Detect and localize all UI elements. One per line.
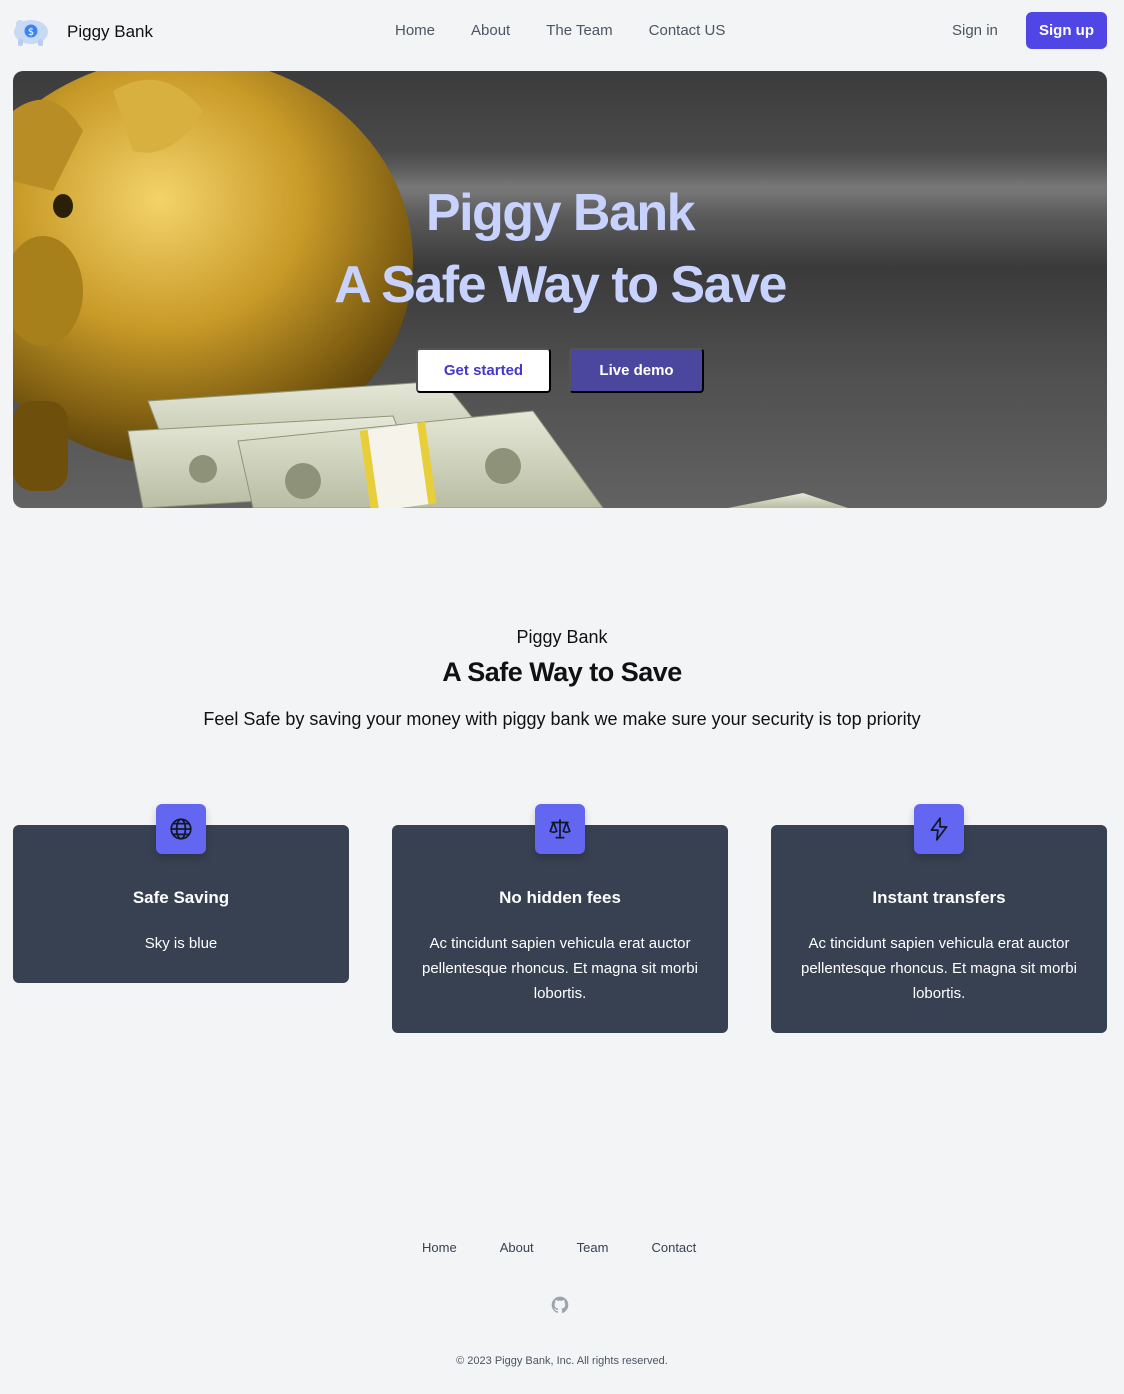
lightning-icon	[914, 804, 964, 854]
card-title: Instant transfers	[872, 888, 1006, 907]
card-body: Ac tincidunt sapien vehicula erat auctor…	[422, 935, 698, 1002]
scale-icon	[535, 804, 585, 854]
feature-card-safe-saving: Safe Saving Sky is blue	[13, 804, 349, 983]
card-body: Ac tincidunt sapien vehicula erat auctor…	[801, 935, 1077, 1002]
main-nav: Home About The Team Contact US	[395, 22, 761, 39]
nav-link-home[interactable]: Home	[395, 22, 435, 39]
card-title: No hidden fees	[499, 888, 621, 907]
footer-nav: Home About Team Contact	[422, 1240, 739, 1255]
features-description: Feel Safe by saving your money with pigg…	[203, 709, 921, 729]
nav-link-about[interactable]: About	[471, 22, 510, 39]
sign-in-link[interactable]: Sign in	[952, 22, 998, 39]
hero-title: Piggy Bank	[425, 184, 696, 242]
feature-card-no-hidden-fees: No hidden fees Ac tincidunt sapien vehic…	[392, 804, 728, 1033]
footer-link-team[interactable]: Team	[577, 1240, 609, 1255]
hero-subtitle: A Safe Way to Save	[334, 256, 787, 314]
svg-text:$: $	[28, 27, 34, 38]
sign-up-button[interactable]: Sign up	[1026, 12, 1107, 49]
piggy-logo-icon: $	[14, 20, 48, 46]
copyright-text: © 2023 Piggy Bank, Inc. All rights reser…	[456, 1355, 668, 1367]
nav-link-contact[interactable]: Contact US	[649, 22, 726, 39]
card-body: Sky is blue	[144, 935, 218, 952]
live-demo-button[interactable]: Live demo	[569, 348, 704, 393]
footer-link-contact[interactable]: Contact	[651, 1240, 696, 1255]
top-navbar: $ Piggy Bank Home About The Team Contact…	[0, 0, 1124, 62]
github-icon[interactable]	[550, 1295, 570, 1315]
footer-link-about[interactable]: About	[500, 1240, 534, 1255]
globe-icon	[156, 804, 206, 854]
brand-name[interactable]: Piggy Bank	[67, 22, 153, 42]
get-started-button[interactable]: Get started	[416, 348, 551, 393]
feature-card-instant-transfers: Instant transfers Ac tincidunt sapien ve…	[771, 804, 1107, 1033]
features-kicker: Piggy Bank	[516, 627, 608, 647]
footer-link-home[interactable]: Home	[422, 1240, 457, 1255]
nav-link-team[interactable]: The Team	[546, 22, 612, 39]
hero-banner: Piggy Bank A Safe Way to Save Get starte…	[13, 71, 1107, 508]
logo[interactable]: $	[12, 12, 50, 50]
features-title: A Safe Way to Save	[442, 657, 682, 687]
card-title: Safe Saving	[132, 888, 230, 907]
